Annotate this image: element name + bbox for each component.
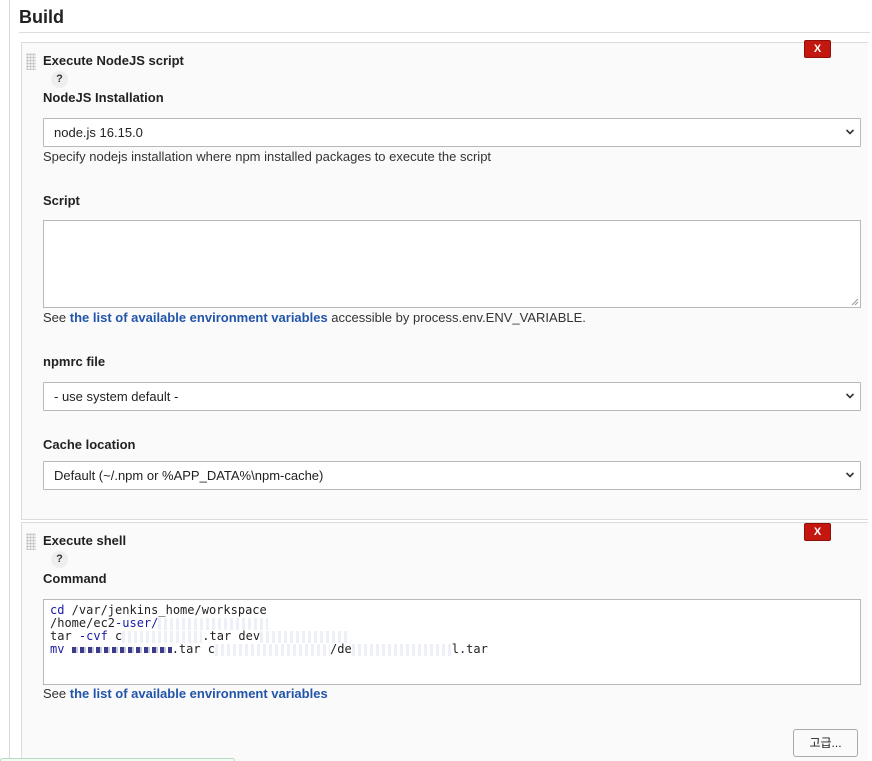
code-text: /de xyxy=(330,642,352,656)
step-title: Execute shell xyxy=(43,533,127,548)
code-text: /var/jenkins_home/workspace xyxy=(64,603,267,617)
command-label: Command xyxy=(43,571,107,586)
redacted-text xyxy=(215,643,331,656)
delete-step-button[interactable]: X xyxy=(804,40,831,58)
env-variables-link[interactable]: the list of available environment variab… xyxy=(70,310,328,325)
installation-hint: Specify nodejs installation where npm in… xyxy=(43,149,492,164)
nodejs-installation-label: NodeJS Installation xyxy=(43,90,164,105)
code-text: l.tar xyxy=(451,642,488,656)
step-title: Execute NodeJS script xyxy=(43,53,184,68)
cache-location-select[interactable]: Default (~/.npm or %APP_DATA%\npm-cache) xyxy=(43,461,861,490)
section-title: Build xyxy=(19,7,64,27)
code-keyword: cd xyxy=(50,603,65,617)
select-value: - use system default - xyxy=(54,389,179,404)
hint-prefix: See xyxy=(43,686,70,701)
redacted-text xyxy=(260,630,351,643)
script-label: Script xyxy=(43,193,80,208)
npmrc-select[interactable]: - use system default - xyxy=(43,382,861,411)
redacted-text xyxy=(158,617,269,630)
command-content: cd /var/jenkins_home/workspace /home/ec2… xyxy=(44,600,860,660)
code-keyword: mv xyxy=(50,642,65,656)
redacted-text xyxy=(122,630,203,643)
select-value: node.js 16.15.0 xyxy=(54,125,143,140)
env-variables-link[interactable]: the list of available environment variab… xyxy=(70,686,328,701)
shell-build-step: X Execute shell ? Command cd /var/jenkin… xyxy=(21,522,868,761)
redacted-text xyxy=(71,646,172,653)
command-hint: See the list of available environment va… xyxy=(43,686,328,701)
nodejs-installation-select[interactable]: node.js 16.15.0 xyxy=(43,118,861,147)
help-icon[interactable]: ? xyxy=(51,71,68,88)
nodejs-build-step: X Execute NodeJS script ? NodeJS Install… xyxy=(21,40,868,520)
script-hint: See the list of available environment va… xyxy=(43,310,586,325)
code-text: .tar c xyxy=(171,642,216,656)
select-value: Default (~/.npm or %APP_DATA%\npm-cache) xyxy=(54,468,324,483)
code-text: .tar dev xyxy=(202,629,261,643)
code-keyword: -user/ xyxy=(115,616,159,630)
hint-suffix: accessible by process.env.ENV_VARIABLE. xyxy=(327,310,586,325)
drag-handle-icon[interactable] xyxy=(26,533,36,550)
script-content xyxy=(44,221,860,229)
script-textarea[interactable] xyxy=(43,220,861,308)
command-textarea[interactable]: cd /var/jenkins_home/workspace /home/ec2… xyxy=(43,599,861,685)
redacted-text xyxy=(351,643,452,656)
code-text: tar xyxy=(50,629,79,643)
delete-step-button[interactable]: X xyxy=(804,523,831,541)
chevron-down-icon xyxy=(846,128,854,136)
left-border xyxy=(9,0,10,761)
npmrc-label: npmrc file xyxy=(43,354,106,369)
code-text: /home/ec2 xyxy=(50,616,116,630)
cache-location-label: Cache location xyxy=(43,437,136,452)
code-text: c xyxy=(107,629,123,643)
code-keyword: -cvf xyxy=(78,629,108,643)
hint-prefix: See xyxy=(43,310,70,325)
section-divider xyxy=(19,32,870,33)
advanced-button[interactable]: 고급... xyxy=(793,729,858,757)
drag-handle-icon[interactable] xyxy=(26,53,36,70)
chevron-down-icon xyxy=(846,392,854,400)
chevron-down-icon xyxy=(846,471,854,479)
resize-handle-icon[interactable] xyxy=(851,298,859,306)
help-icon[interactable]: ? xyxy=(51,551,68,568)
